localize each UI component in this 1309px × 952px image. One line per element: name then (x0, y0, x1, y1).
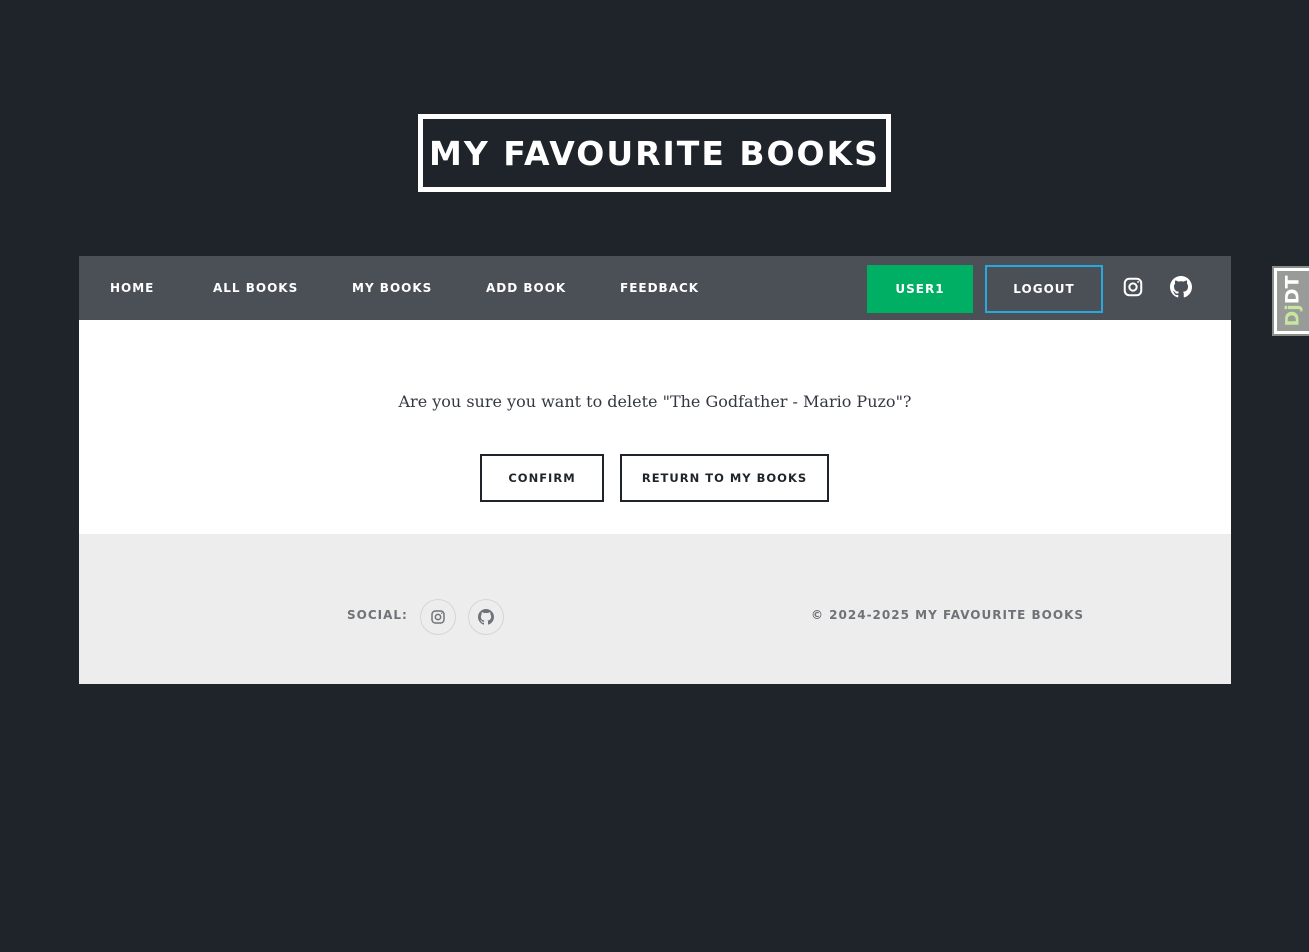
django-debug-toolbar-handle[interactable]: DjDT (1272, 266, 1309, 336)
user-button[interactable]: USER1 (867, 265, 973, 313)
footer-instagram-icon[interactable] (420, 599, 456, 635)
social-label: SOCIAL: (347, 608, 408, 622)
github-icon[interactable] (1170, 276, 1192, 298)
djdt-label-dt: DT (1282, 275, 1304, 305)
site-title: MY FAVOURITE BOOKS (418, 114, 891, 192)
nav-feedback-link[interactable]: FEEDBACK (620, 256, 699, 320)
copyright-text: © 2024-2025 MY FAVOURITE BOOKS (811, 608, 1085, 622)
instagram-icon[interactable] (1122, 276, 1144, 298)
delete-confirmation-question: Are you sure you want to delete "The God… (398, 392, 912, 411)
djdt-label: DjDT (1282, 275, 1304, 326)
nav-all-books-link[interactable]: ALL BOOKS (213, 256, 298, 320)
djdt-label-dj: Dj (1282, 304, 1304, 327)
main-navbar: HOME ALL BOOKS MY BOOKS ADD BOOK FEEDBAC… (79, 256, 1231, 320)
nav-home-link[interactable]: HOME (110, 256, 154, 320)
nav-my-books-link[interactable]: MY BOOKS (352, 256, 432, 320)
footer: SOCIAL: © 2024-2025 MY FAVOURITE BOOKS (79, 534, 1231, 684)
nav-add-book-link[interactable]: ADD BOOK (486, 256, 566, 320)
footer-github-icon[interactable] (468, 599, 504, 635)
djdt-handle-inner: DjDT (1277, 271, 1309, 331)
logout-button[interactable]: LOGOUT (985, 265, 1103, 313)
confirm-button[interactable]: CONFIRM (480, 454, 604, 502)
return-to-my-books-button[interactable]: RETURN TO MY BOOKS (620, 454, 829, 502)
delete-confirmation-panel: Are you sure you want to delete "The God… (79, 320, 1231, 534)
